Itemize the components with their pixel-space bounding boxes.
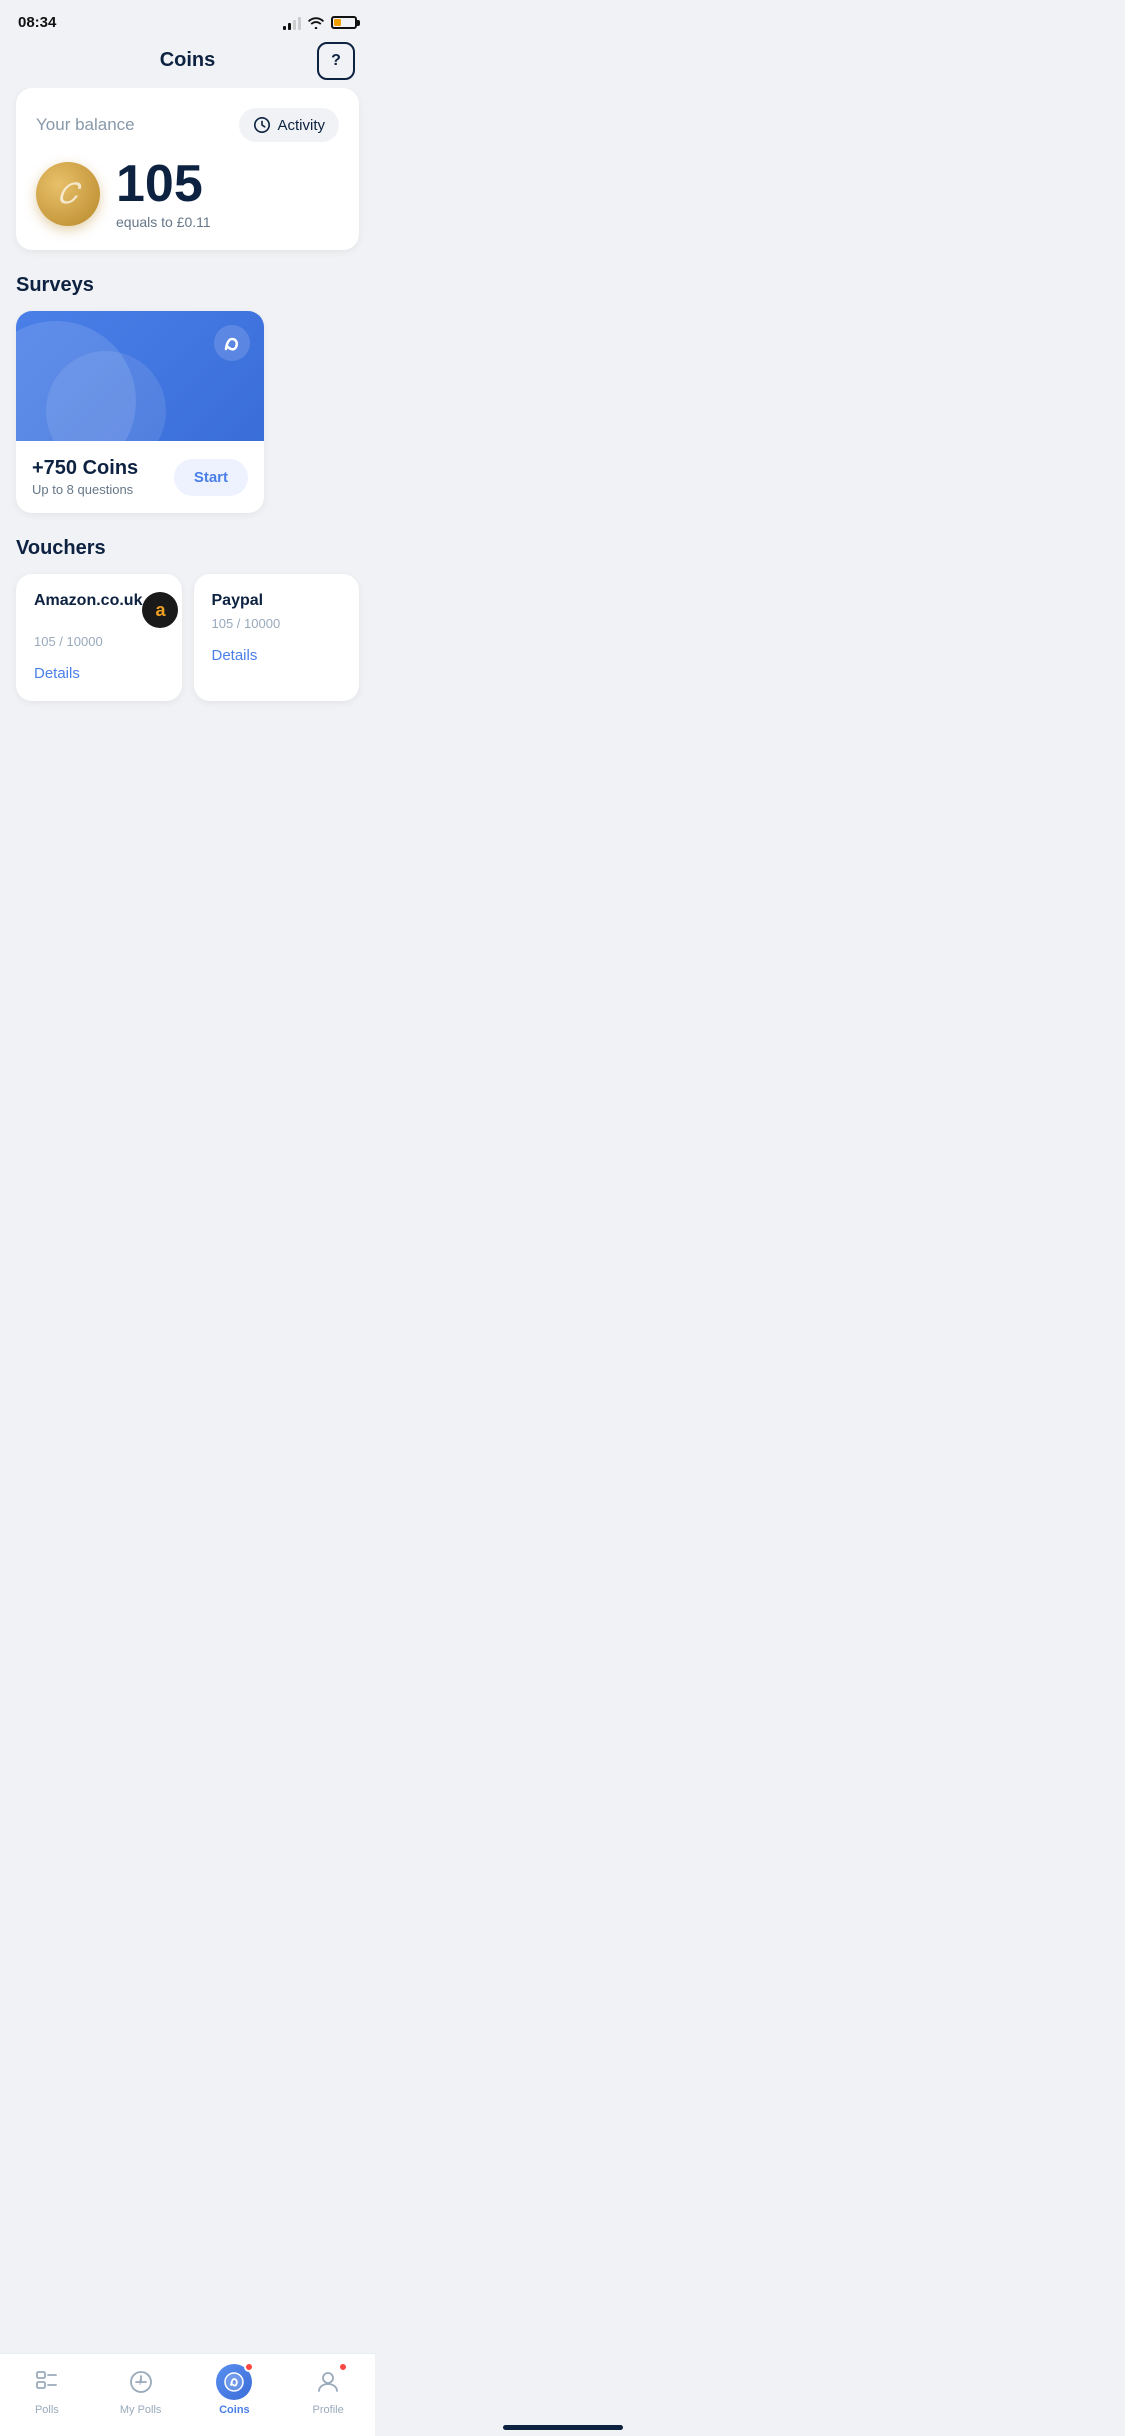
polls-label: Polls — [35, 2404, 59, 2416]
wifi-icon — [307, 17, 325, 29]
my-polls-label: My Polls — [120, 2404, 162, 2416]
survey-card: +750 Coins Up to 8 questions Start — [16, 311, 264, 513]
activity-icon — [253, 116, 271, 134]
amazon-voucher-header: Amazon.co.uk a — [34, 592, 164, 628]
coin-letter: 𝐶 — [58, 178, 78, 211]
survey-body: +750 Coins Up to 8 questions Start — [16, 441, 264, 513]
paypal-voucher-name: Paypal — [212, 592, 264, 610]
page-header: Coins ? — [0, 39, 375, 88]
polls-icon — [34, 2369, 60, 2395]
balance-row: 𝐶 105 equals to £0.11 — [36, 158, 339, 230]
balance-amount-section: 105 equals to £0.11 — [116, 158, 211, 230]
activity-label: Activity — [277, 117, 325, 134]
coins-icon-wrap — [216, 2364, 252, 2400]
vouchers-title: Vouchers — [16, 537, 359, 560]
status-time: 08:34 — [18, 14, 56, 31]
nav-item-profile[interactable]: Profile — [298, 2364, 358, 2416]
home-indicator — [503, 2425, 623, 2430]
main-content: Your balance Activity 𝐶 105 equals to £0… — [0, 88, 375, 701]
survey-coins: +750 Coins — [32, 457, 138, 480]
amazon-icon: a — [142, 592, 178, 628]
vouchers-row: Amazon.co.uk a 105 / 10000 Details Paypa… — [16, 574, 359, 701]
nav-item-coins[interactable]: Coins — [204, 2364, 264, 2416]
paypal-voucher-header: Paypal — [212, 592, 342, 610]
polls-icon-wrap — [29, 2364, 65, 2400]
bottom-nav: Polls + My Polls Coins — [0, 2353, 375, 2436]
status-icons — [283, 16, 357, 30]
amazon-voucher-card: Amazon.co.uk a 105 / 10000 Details — [16, 574, 182, 701]
balance-equivalent: equals to £0.11 — [116, 214, 211, 230]
amazon-progress: 105 / 10000 — [34, 634, 164, 649]
help-button[interactable]: ? — [317, 42, 355, 80]
paypal-voucher-card: Paypal 105 / 10000 Details — [194, 574, 360, 701]
surveys-section: Surveys +750 Coins Up to 8 questions Sta… — [16, 274, 359, 513]
my-polls-icon-wrap: + — [123, 2364, 159, 2400]
balance-label: Your balance — [36, 115, 135, 135]
battery-icon — [331, 16, 357, 29]
paypal-details-link[interactable]: Details — [212, 647, 258, 664]
surveys-title: Surveys — [16, 274, 359, 297]
balance-header: Your balance Activity — [36, 108, 339, 142]
nav-item-polls[interactable]: Polls — [17, 2364, 77, 2416]
nav-item-my-polls[interactable]: + My Polls — [111, 2364, 171, 2416]
profile-icon-wrap — [310, 2364, 346, 2400]
profile-label: Profile — [313, 2404, 344, 2416]
coin-icon-large: 𝐶 — [36, 162, 100, 226]
amazon-voucher-name: Amazon.co.uk — [34, 592, 142, 610]
survey-start-button[interactable]: Start — [174, 459, 248, 496]
survey-questions: Up to 8 questions — [32, 482, 138, 497]
svg-text:+: + — [136, 2377, 142, 2389]
coins-icon-inner — [223, 2371, 245, 2393]
profile-badge — [338, 2362, 348, 2372]
profile-icon — [315, 2369, 341, 2395]
status-bar: 08:34 — [0, 0, 375, 39]
page-title: Coins — [160, 49, 216, 72]
coins-badge — [244, 2362, 254, 2372]
vouchers-section: Vouchers Amazon.co.uk a 105 / 10000 Deta… — [16, 537, 359, 701]
my-polls-icon: + — [128, 2369, 154, 2395]
help-icon: ? — [331, 53, 341, 69]
balance-card: Your balance Activity 𝐶 105 equals to £0… — [16, 88, 359, 250]
survey-banner — [16, 311, 264, 441]
balance-amount: 105 — [116, 158, 211, 210]
amazon-letter: a — [155, 600, 165, 621]
amazon-info: Amazon.co.uk — [34, 592, 142, 610]
amazon-details-link[interactable]: Details — [34, 665, 80, 682]
survey-info: +750 Coins Up to 8 questions — [32, 457, 138, 497]
paypal-progress: 105 / 10000 — [212, 616, 342, 631]
coins-label: Coins — [219, 2404, 250, 2416]
activity-button[interactable]: Activity — [239, 108, 339, 142]
signal-icon — [283, 16, 301, 30]
survey-logo-icon — [214, 325, 250, 361]
